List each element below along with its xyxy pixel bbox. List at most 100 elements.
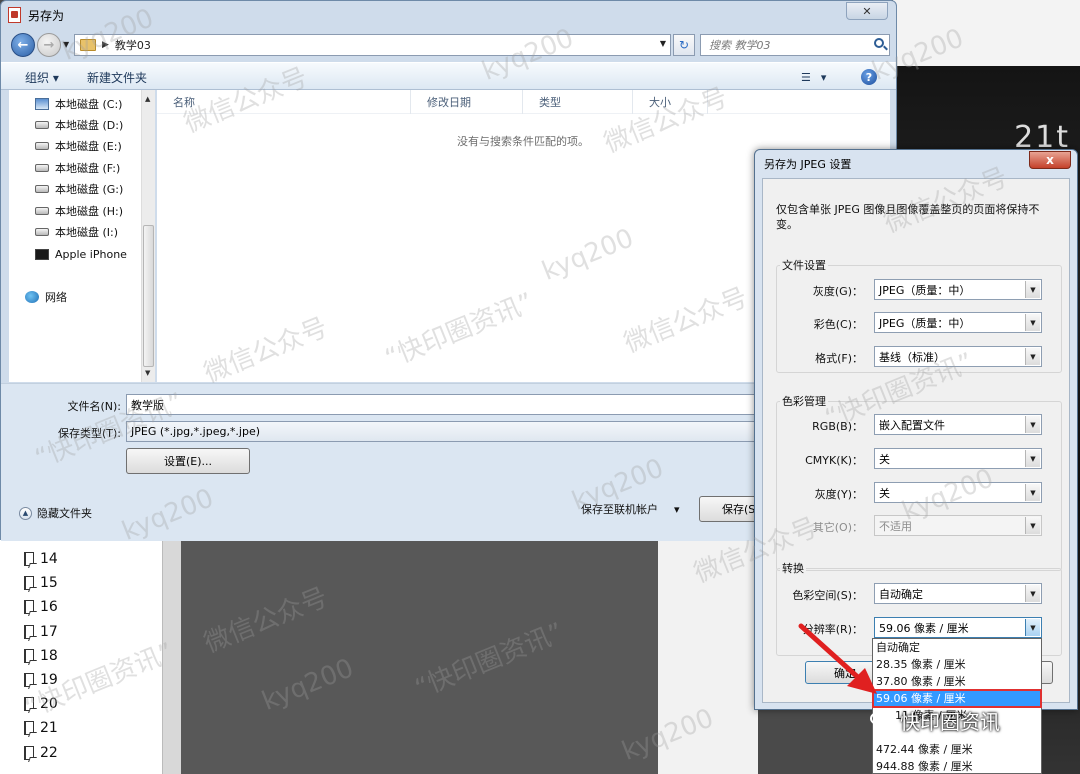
breadcrumb-folder[interactable]: 教学03 bbox=[115, 37, 151, 53]
setting-combo[interactable]: 关 ▼ bbox=[874, 482, 1042, 503]
nav-item[interactable]: 本地磁盘 (C:) bbox=[35, 95, 122, 113]
page-icon bbox=[24, 697, 34, 712]
conversion-title: 转换 bbox=[780, 560, 806, 576]
address-bar[interactable]: ▶ 教学03 ▼ bbox=[74, 34, 671, 56]
close-button[interactable]: x bbox=[1029, 151, 1071, 169]
column-header[interactable]: 大小 bbox=[633, 90, 708, 114]
pdf-app-icon bbox=[8, 7, 21, 23]
setting-combo[interactable]: 关 ▼ bbox=[874, 448, 1042, 469]
page-thumbnail-item[interactable]: 17 bbox=[24, 621, 58, 643]
filename-field[interactable] bbox=[126, 394, 766, 415]
setting-label: 格式(F)： bbox=[815, 352, 863, 365]
page-thumbnail-item[interactable]: 15 bbox=[24, 572, 58, 594]
recent-locations-dropdown[interactable]: ▼ bbox=[63, 40, 69, 49]
page-icon bbox=[24, 648, 34, 663]
nav-item[interactable]: 本地磁盘 (I:) bbox=[35, 223, 118, 241]
organize-button[interactable]: 组织 ▾ bbox=[19, 68, 65, 86]
setting-combo[interactable]: JPEG（质量：中） ▼ bbox=[874, 312, 1042, 333]
chevron-down-icon[interactable]: ▼ bbox=[1025, 416, 1040, 433]
save-online-dropdown[interactable]: 保存至联机帐户 ▾ bbox=[581, 501, 680, 517]
setting-value: 59.06 像素 / 厘米 bbox=[879, 621, 969, 635]
close-button[interactable]: ✕ bbox=[846, 2, 888, 20]
resolution-option[interactable]: 472.44 像素 / 厘米 bbox=[873, 740, 1041, 757]
nav-item-label: Apple iPhone bbox=[55, 247, 127, 261]
nav-item[interactable]: 网络 bbox=[25, 288, 67, 306]
settings-button[interactable]: 设置(E)... bbox=[126, 448, 250, 474]
filetype-select[interactable]: JPEG (*.jpg,*.jpeg,*.jpe) bbox=[126, 421, 766, 442]
address-dropdown-icon[interactable]: ▼ bbox=[660, 39, 666, 48]
address-row: ← → ▼ ▶ 教学03 ▼ ↻ bbox=[1, 31, 896, 59]
column-header[interactable]: 修改日期 bbox=[411, 90, 523, 114]
resolution-option[interactable]: 自动确定 bbox=[873, 639, 1041, 656]
page-icon bbox=[24, 600, 34, 615]
refresh-icon: ↻ bbox=[678, 38, 690, 52]
drive-icon bbox=[35, 185, 49, 193]
setting-value: 不适用 bbox=[879, 519, 912, 533]
search-icon[interactable] bbox=[874, 38, 884, 48]
scroll-up-icon[interactable]: ▲ bbox=[145, 95, 150, 103]
nav-item[interactable]: 本地磁盘 (F:) bbox=[35, 159, 120, 177]
resolution-option[interactable]: 944.88 像素 / 厘米 bbox=[873, 757, 1041, 774]
scroll-down-icon[interactable]: ▼ bbox=[145, 369, 150, 377]
color-management-title: 色彩管理 bbox=[780, 393, 828, 409]
column-header[interactable]: 名称 bbox=[157, 90, 411, 114]
nav-item[interactable]: 本地磁盘 (H:) bbox=[35, 202, 123, 220]
page-thumbnail-item[interactable]: 21 bbox=[24, 717, 58, 739]
search-input[interactable] bbox=[709, 36, 869, 54]
resolution-option[interactable]: 37.80 像素 / 厘米 bbox=[873, 673, 1041, 690]
list-view-icon: ☰ bbox=[801, 70, 811, 84]
setting-combo[interactable]: 59.06 像素 / 厘米 ▼ bbox=[874, 617, 1042, 638]
page-thumbnail-item[interactable]: 22 bbox=[24, 742, 58, 764]
hide-folders-toggle[interactable]: ▲ 隐藏文件夹 bbox=[19, 505, 92, 521]
page-icon bbox=[24, 745, 34, 760]
chevron-down-icon[interactable]: ▼ bbox=[1025, 348, 1040, 365]
nav-item-label: 本地磁盘 (H:) bbox=[55, 205, 124, 218]
scrollbar-thumb[interactable] bbox=[143, 225, 154, 367]
page-number: 19 bbox=[40, 672, 58, 688]
page-thumbnail-item[interactable]: 18 bbox=[24, 645, 58, 667]
chevron-down-icon[interactable]: ▼ bbox=[1025, 484, 1040, 501]
chevron-down-icon[interactable]: ▼ bbox=[1025, 281, 1040, 298]
page-thumbnail-item[interactable]: 14 bbox=[24, 548, 58, 570]
column-header[interactable]: 类型 bbox=[523, 90, 633, 114]
chevron-down-icon[interactable]: ▼ bbox=[1025, 450, 1040, 467]
setting-combo[interactable]: 嵌入配置文件 ▼ bbox=[874, 414, 1042, 435]
chevron-down-icon: ▾ bbox=[674, 502, 680, 516]
toolbar: 组织 ▾ 新建文件夹 ☰ ▾ ? bbox=[1, 62, 896, 90]
save-dialog-titlebar[interactable]: 另存为 ✕ bbox=[1, 1, 896, 29]
setting-combo[interactable]: JPEG（质量：中） ▼ bbox=[874, 279, 1042, 300]
breadcrumb-chevron-icon[interactable]: ▶ bbox=[102, 40, 109, 50]
chevron-down-icon[interactable]: ▼ bbox=[1025, 314, 1040, 331]
nav-item[interactable]: 本地磁盘 (E:) bbox=[35, 137, 122, 155]
setting-value: 自动确定 bbox=[879, 587, 923, 601]
help-button[interactable]: ? bbox=[861, 69, 877, 85]
page-number: 17 bbox=[40, 623, 58, 640]
nav-item[interactable]: 本地磁盘 (D:) bbox=[35, 116, 123, 134]
page-number: 22 bbox=[40, 744, 58, 761]
search-box[interactable] bbox=[700, 34, 890, 56]
folder-icon bbox=[80, 39, 96, 51]
page-thumbnail-item[interactable]: 16 bbox=[24, 596, 58, 618]
nav-item[interactable]: Apple iPhone bbox=[35, 245, 127, 263]
setting-label: RGB(B)： bbox=[812, 420, 863, 433]
navigation-scrollbar[interactable]: ▲ ▼ bbox=[141, 90, 155, 382]
document-page bbox=[658, 540, 758, 774]
resolution-option[interactable]: 28.35 像素 / 厘米 bbox=[873, 656, 1041, 673]
forward-button[interactable]: → bbox=[37, 33, 61, 57]
new-folder-button[interactable]: 新建文件夹 bbox=[81, 68, 153, 86]
page-thumbnail-item[interactable]: 19 bbox=[24, 669, 58, 691]
chevron-down-icon[interactable]: ▼ bbox=[1025, 517, 1040, 534]
nav-item[interactable]: 本地磁盘 (G:) bbox=[35, 180, 123, 198]
refresh-button[interactable]: ↻ bbox=[673, 34, 695, 56]
chevron-down-icon[interactable]: ▼ bbox=[1025, 619, 1040, 636]
view-options-button[interactable]: ☰ ▾ bbox=[801, 68, 826, 86]
close-icon: x bbox=[1046, 153, 1054, 167]
setting-combo[interactable]: 基线（标准） ▼ bbox=[874, 346, 1042, 367]
page-thumbnail-item[interactable]: 20 bbox=[24, 693, 58, 715]
resolution-option[interactable]: 59.06 像素 / 厘米 bbox=[872, 688, 1042, 708]
save-dialog-title: 另存为 bbox=[28, 9, 65, 23]
back-button[interactable]: ← bbox=[11, 33, 35, 57]
chevron-down-icon[interactable]: ▼ bbox=[1025, 585, 1040, 602]
setting-combo[interactable]: 自动确定 ▼ bbox=[874, 583, 1042, 604]
nav-item-label: 网络 bbox=[45, 291, 67, 304]
